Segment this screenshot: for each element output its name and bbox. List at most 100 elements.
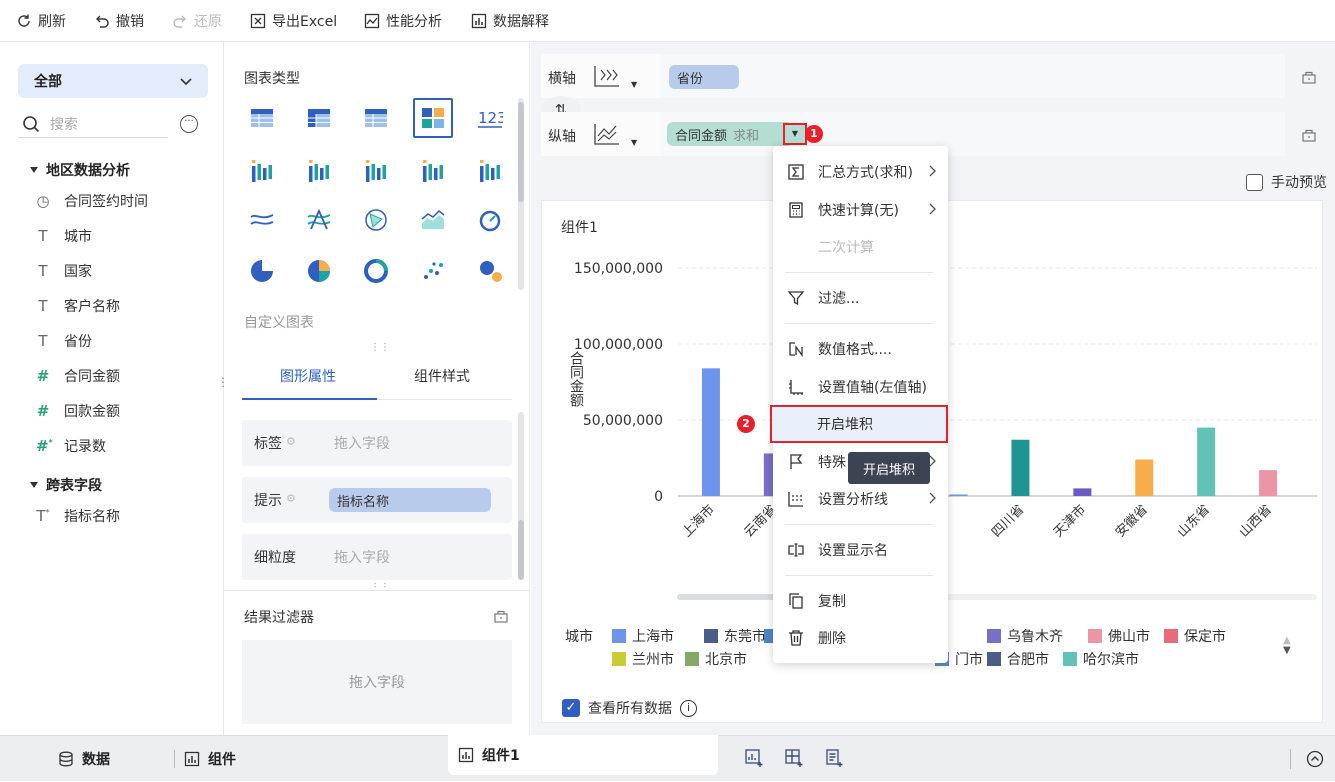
field-item[interactable]: T 城市 (36, 226, 92, 246)
gauge-icon[interactable] (470, 200, 510, 240)
line-icon[interactable] (242, 200, 282, 240)
field-dropdown-arrow-icon[interactable]: ▼ (783, 123, 807, 145)
y-axis-dropdown-icon[interactable]: ▼ (631, 138, 637, 147)
donut-icon[interactable] (356, 251, 396, 291)
kpi-number-icon[interactable]: 123 (470, 98, 510, 138)
chart-type-scrollbar[interactable] (518, 98, 524, 290)
bar-horizontal-grouped-icon[interactable] (413, 149, 453, 189)
add-report-icon[interactable] (824, 748, 844, 768)
legend-item[interactable]: 北京市 (685, 649, 747, 669)
radar-icon[interactable] (356, 200, 396, 240)
tab-component-group[interactable]: 组件 (184, 736, 236, 782)
info-icon[interactable]: i (680, 699, 697, 717)
menu-item-summary[interactable]: 汇总方式(求和) (773, 153, 948, 190)
x-axis-dropzone[interactable]: 省份 (661, 54, 1285, 98)
legend-item[interactable]: 上海市 (612, 626, 674, 646)
y-axis-dropzone[interactable]: 合同金额 求和 ▼ (661, 112, 1285, 156)
add-dashboard-icon[interactable] (784, 748, 804, 768)
tab-component1-active[interactable]: 组件1 (448, 735, 718, 775)
field-item[interactable]: T 客户名称 (36, 296, 120, 316)
legend-item[interactable]: 哈尔滨市 (1063, 649, 1139, 669)
field-search[interactable]: 搜索 (18, 110, 168, 138)
tooltip-field-chip[interactable]: 指标名称 (329, 488, 491, 512)
refresh-button[interactable]: 刷新 (16, 10, 66, 32)
performance-button[interactable]: 性能分析 (364, 10, 442, 32)
field-item[interactable]: T 国家 (36, 261, 92, 281)
more-options-icon[interactable]: ··· (180, 115, 198, 133)
menu-item-analysis-line[interactable]: 设置分析线 (773, 480, 948, 517)
y-axis-field-chip[interactable]: 合同金额 求和 (667, 122, 793, 146)
bubble-icon[interactable] (470, 251, 510, 291)
manual-preview-checkbox[interactable] (1246, 173, 1263, 191)
undo-button[interactable]: 撤销 (94, 10, 144, 32)
cross-table-icon[interactable] (299, 98, 339, 138)
group-cross-table[interactable]: 跨表字段 (30, 475, 102, 495)
x-axis-type-icon[interactable] (593, 64, 621, 88)
pie-multi-icon[interactable] (299, 251, 339, 291)
legend-item[interactable]: 合肥市 (987, 649, 1049, 669)
add-component-icon[interactable] (744, 748, 764, 768)
table-icon[interactable] (242, 98, 282, 138)
field-item[interactable]: # 合同金额 (36, 366, 120, 386)
field-item[interactable]: # 回款金额 (36, 401, 120, 421)
dataset-selector[interactable]: 全部 (18, 64, 208, 98)
granularity-property-label: 细粒度 (254, 550, 296, 566)
manual-preview-toggle[interactable]: 手动预览 (1246, 172, 1327, 192)
x-axis-dropdown-icon[interactable]: ▼ (631, 80, 637, 89)
result-filter-dropzone[interactable]: 拖入字段 (242, 640, 512, 724)
resize-handle[interactable]: ⋮⋮ (370, 582, 390, 593)
pie-icon[interactable] (242, 251, 282, 291)
resize-handle[interactable]: ⋮⋮ (370, 342, 390, 353)
lock-icon[interactable] (493, 608, 509, 624)
data-explain-button[interactable]: 数据解释 (471, 10, 549, 32)
redo-button[interactable]: 还原 (172, 10, 222, 32)
number-icon: # (36, 402, 50, 420)
label-property-row[interactable]: 标签 ⚙ 拖入字段 (242, 420, 512, 466)
legend-item[interactable]: 东莞市 (704, 626, 766, 646)
menu-item-delete[interactable]: 删除 (773, 619, 948, 656)
properties-scrollbar[interactable] (518, 412, 524, 580)
lock-icon[interactable] (1301, 127, 1317, 143)
legend-page-arrows[interactable]: ▲ ▼ (1283, 636, 1291, 656)
bar-grouped-icon[interactable] (299, 149, 339, 189)
menu-item-copy[interactable]: 复制 (773, 582, 948, 619)
scatter-icon[interactable] (413, 251, 453, 291)
group-region-analysis[interactable]: 地区数据分析 (30, 160, 130, 180)
view-all-data-toggle[interactable]: ✓ 查看所有数据 i (562, 698, 697, 718)
tab-graphic-properties[interactable]: 图形属性 (280, 366, 336, 386)
lock-icon[interactable] (1301, 69, 1317, 85)
menu-item-filter[interactable]: 过滤... (773, 279, 948, 316)
menu-item-value-axis[interactable]: 设置值轴(左值轴) (773, 368, 948, 405)
detail-table-icon[interactable] (356, 98, 396, 138)
bar-diverging-icon[interactable] (470, 149, 510, 189)
bar-stacked-icon[interactable] (356, 149, 396, 189)
y-axis-type-icon[interactable] (593, 122, 621, 146)
menu-item-number-format[interactable]: 数值格式.... (773, 330, 948, 367)
view-all-checkbox-checked[interactable]: ✓ (562, 699, 580, 717)
menu-separator (785, 272, 933, 273)
group-label: 跨表字段 (46, 478, 102, 494)
field-item-metric-name[interactable]: T* 指标名称 (36, 506, 120, 526)
menu-item-display-name[interactable]: 设置显示名 (773, 531, 948, 568)
tooltip-property-row[interactable]: 提示 ⚙ 指标名称 (242, 477, 512, 523)
tab-component-style[interactable]: 组件样式 (414, 366, 470, 386)
menu-item-enable-stacking[interactable]: 开启堆积 (770, 405, 948, 443)
collapse-up-icon[interactable] (1306, 750, 1324, 768)
export-excel-button[interactable]: 导出Excel (250, 10, 337, 32)
legend-item[interactable]: 兰州市 (612, 649, 674, 669)
area-icon[interactable] (413, 200, 453, 240)
line-cross-icon[interactable] (299, 200, 339, 240)
grouped-table-icon[interactable] (413, 98, 453, 138)
legend-item[interactable]: 佛山市 (1088, 626, 1150, 646)
menu-item-quick-calc[interactable]: 快速计算(无) (773, 191, 948, 228)
granularity-property-row[interactable]: 细粒度 拖入字段 (242, 534, 512, 580)
legend-item[interactable]: 保定市 (1164, 626, 1226, 646)
field-item[interactable]: T 省份 (36, 331, 92, 351)
legend-item[interactable]: 乌鲁木齐 (987, 626, 1063, 646)
field-item[interactable]: ◷ 合同签约时间 (36, 191, 148, 211)
field-item[interactable]: #* 记录数 (36, 436, 106, 456)
bar-horizontal-icon[interactable] (242, 149, 282, 189)
x-axis-field-chip[interactable]: 省份 (669, 65, 739, 89)
tab-data[interactable]: 数据 (58, 736, 110, 782)
chart-config-panel: 图表类型 123 自定义图表 ⋮⋮ 图形属性 组件样式 标签 ⚙ 拖入字段 提示… (224, 42, 530, 735)
